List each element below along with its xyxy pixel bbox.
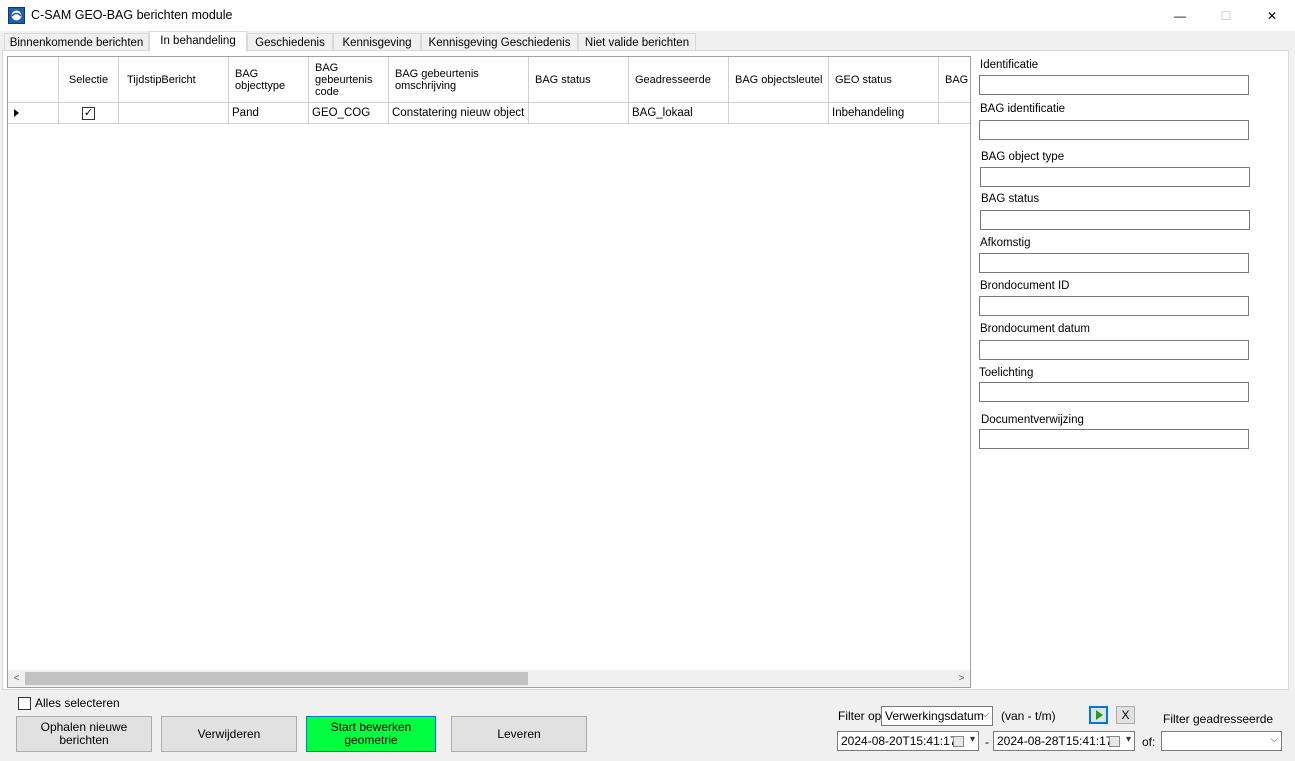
row-selector-icon	[13, 109, 19, 117]
filter-on-select[interactable]: Verwerkingsdatum ⌵	[881, 706, 993, 726]
tab-panel: Selectie TijdstipBericht BAG objecttype …	[2, 50, 1289, 690]
row-omschrijving-cell[interactable]: Constatering nieuw object	[389, 103, 529, 124]
or-label: of:	[1142, 735, 1156, 749]
date-range-dash: -	[985, 735, 989, 749]
row-selectie-cell[interactable]: ✓	[59, 103, 119, 124]
input-bag-object-type[interactable]	[980, 167, 1250, 187]
maximize-icon: ☐	[1220, 8, 1232, 23]
label-bag-status: BAG status	[981, 193, 1040, 205]
chevron-down-icon: ⌵	[981, 709, 989, 720]
input-identificatie[interactable]	[979, 75, 1249, 95]
input-documentverwijzing[interactable]	[979, 429, 1249, 449]
header-gebeurtenis-omschrijving[interactable]: BAG gebeurtenis omschrijving	[389, 57, 529, 103]
start-edit-geometry-button[interactable]: Start bewerken geometrie	[306, 716, 436, 752]
filter-on-label: Filter op	[838, 709, 882, 723]
row-status-cell[interactable]	[529, 103, 629, 124]
close-icon: ✕	[1266, 8, 1278, 23]
date-to-picker[interactable]: 2024-08-28T15:41:17 ▾	[993, 731, 1135, 751]
label-brondocument-datum: Brondocument datum	[980, 323, 1090, 335]
header-selectie[interactable]: Selectie	[59, 57, 119, 103]
input-afkomstig[interactable]	[979, 253, 1249, 273]
header-objecttype[interactable]: BAG objecttype	[229, 57, 309, 103]
header-gebeurtenis-code[interactable]: BAG gebeurtenis code	[309, 57, 389, 103]
select-all-label: Alles selecteren	[35, 696, 120, 710]
row-tijdstip-cell[interactable]	[119, 103, 229, 124]
header-geadresseerde[interactable]: Geadresseerde	[629, 57, 729, 103]
row-extra-cell[interactable]	[939, 103, 970, 124]
row-objectsleutel-cell[interactable]	[729, 103, 829, 124]
header-geo-status[interactable]: GEO status	[829, 57, 939, 103]
minimize-icon: —	[1174, 8, 1186, 23]
header-bag-status[interactable]: BAG status	[529, 57, 629, 103]
chevron-down-icon: ▾	[969, 734, 975, 745]
header-tijdstip[interactable]: TijdstipBericht	[119, 57, 229, 103]
grid-header: Selectie TijdstipBericht BAG objecttype …	[8, 57, 970, 103]
clear-filter-button[interactable]: X	[1116, 706, 1135, 724]
title-bar: C-SAM GEO-BAG berichten module — ☐ ✕	[0, 0, 1295, 31]
filter-addressee-label: Filter geadresseerde	[1163, 712, 1274, 726]
row-geadresseerde-cell[interactable]: BAG_lokaal	[629, 103, 729, 124]
row-objecttype-cell[interactable]: Pand	[229, 103, 309, 124]
table-row[interactable]: ✓ Pand GEO_COG Constatering nieuw object…	[8, 103, 970, 124]
input-toelichting[interactable]	[979, 382, 1249, 402]
play-icon	[1096, 710, 1103, 720]
calendar-icon	[1109, 736, 1120, 747]
deliver-button[interactable]: Leveren	[451, 716, 587, 752]
date-from-picker[interactable]: 2024-08-20T15:41:17 ▾	[837, 731, 979, 751]
input-brondocument-datum[interactable]	[979, 340, 1249, 360]
app-icon	[8, 7, 25, 24]
message-grid: Selectie TijdstipBericht BAG objecttype …	[7, 56, 971, 688]
horizontal-scrollbar[interactable]: < >	[8, 670, 970, 687]
label-toelichting: Toelichting	[979, 367, 1034, 379]
calendar-icon	[953, 736, 964, 747]
header-bag-extra[interactable]: BAG	[939, 57, 970, 103]
chevron-down-icon: ▾	[1125, 734, 1131, 745]
label-brondocument-id: Brondocument ID	[980, 280, 1070, 292]
fetch-messages-button[interactable]: Ophalen nieuwe berichten	[16, 716, 152, 752]
maximize-button[interactable]: ☐	[1203, 0, 1249, 31]
filter-addressee-select[interactable]: ⌵	[1161, 731, 1282, 751]
row-geo-status-cell[interactable]: Inbehandeling	[829, 103, 939, 124]
label-bag-object-type: BAG object type	[981, 151, 1065, 163]
apply-filter-button[interactable]	[1089, 706, 1108, 724]
label-afkomstig: Afkomstig	[980, 237, 1031, 249]
scroll-right-icon[interactable]: >	[953, 670, 970, 687]
range-label: (van - t/m)	[1001, 709, 1056, 723]
header-row-indicator	[8, 57, 59, 103]
input-bag-identificatie[interactable]	[979, 120, 1249, 140]
chevron-down-icon: ⌵	[1270, 734, 1278, 745]
date-to-value: 2024-08-28T15:41:17	[997, 734, 1113, 748]
row-indicator[interactable]	[8, 103, 59, 124]
label-bag-identificatie: BAG identificatie	[980, 103, 1066, 115]
row-code-cell[interactable]: GEO_COG	[309, 103, 389, 124]
header-objectsleutel[interactable]: BAG objectsleutel	[729, 57, 829, 103]
bottom-toolbar: Alles selecteren Ophalen nieuwe berichte…	[0, 690, 1295, 761]
input-brondocument-id[interactable]	[979, 296, 1249, 316]
row-select-checkbox[interactable]: ✓	[82, 106, 95, 120]
window-title: C-SAM GEO-BAG berichten module	[31, 8, 233, 22]
filter-on-value: Verwerkingsdatum	[885, 709, 984, 723]
select-all-box[interactable]	[18, 696, 31, 710]
date-from-value: 2024-08-20T15:41:17	[841, 734, 957, 748]
delete-button[interactable]: Verwijderen	[161, 716, 297, 752]
label-documentverwijzing: Documentverwijzing	[981, 414, 1084, 426]
tab-in-behandeling[interactable]: In behandeling	[149, 31, 247, 52]
select-all-checkbox[interactable]: Alles selecteren	[18, 696, 120, 710]
scroll-thumb[interactable]	[25, 672, 528, 685]
minimize-button[interactable]: —	[1157, 0, 1203, 31]
scroll-left-icon[interactable]: <	[8, 670, 25, 687]
input-bag-status[interactable]	[980, 210, 1250, 230]
close-button[interactable]: ✕	[1249, 0, 1295, 31]
label-identificatie: Identificatie	[980, 59, 1039, 71]
